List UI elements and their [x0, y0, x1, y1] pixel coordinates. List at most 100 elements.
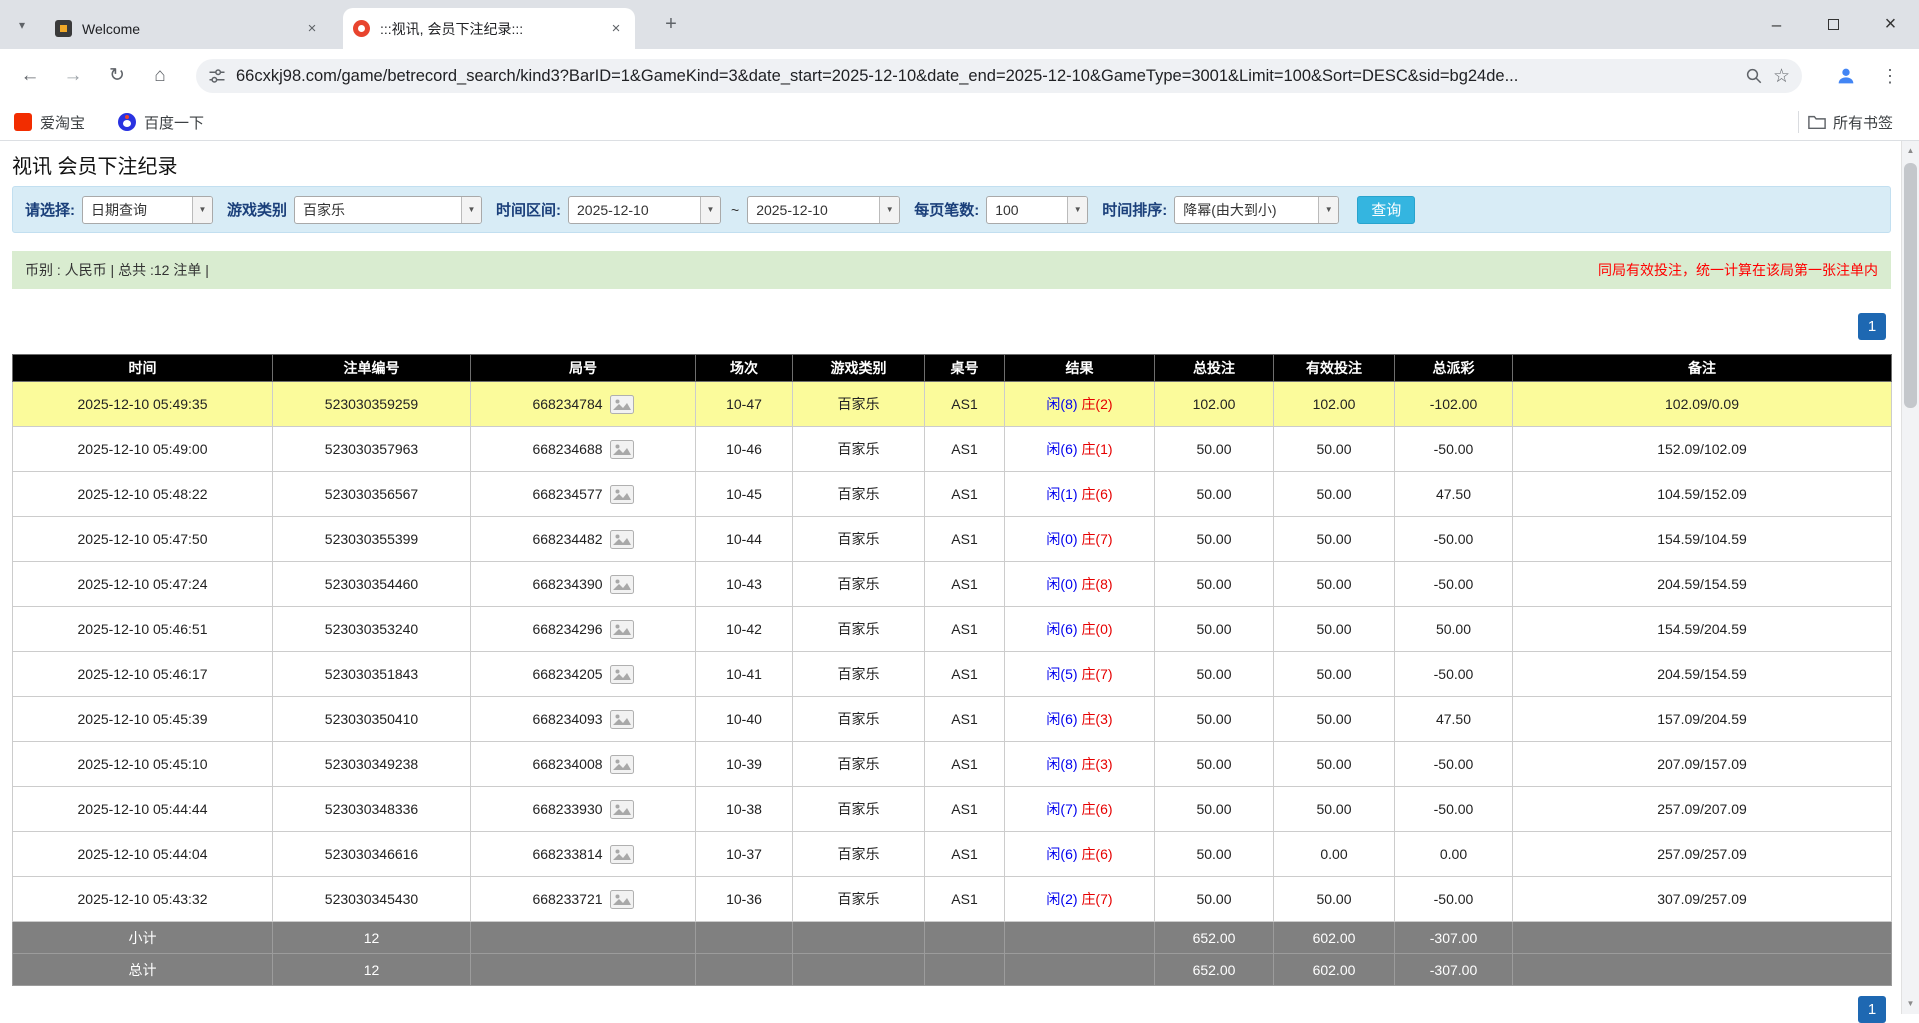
profile-avatar-icon[interactable]	[1828, 58, 1864, 94]
sort-order-select[interactable]: 降幂(由大到小) ▼	[1174, 196, 1339, 224]
chevron-down-icon[interactable]: ▼	[879, 197, 899, 223]
round-preview-icon[interactable]	[610, 485, 634, 504]
cell-result: 闲(5) 庄(7)	[1005, 652, 1155, 697]
chevron-down-icon[interactable]: ▼	[1318, 197, 1338, 223]
tab-close-icon[interactable]: ×	[607, 20, 625, 38]
round-number: 668234577	[532, 486, 602, 502]
cell-session: 10-36	[696, 877, 793, 922]
chevron-down-icon[interactable]: ▼	[192, 197, 212, 223]
bookmark-baidu[interactable]: 百度一下	[112, 109, 210, 135]
cell-session: 10-41	[696, 652, 793, 697]
cell-total-bet[interactable]: 50.00	[1155, 742, 1274, 787]
column-header: 桌号	[925, 355, 1005, 382]
table-row: 2025-12-10 05:46:51523030353240668234296…	[13, 607, 1892, 652]
cell-total-bet[interactable]: 50.00	[1155, 607, 1274, 652]
maximize-button[interactable]	[1805, 0, 1862, 49]
site-settings-icon[interactable]	[208, 67, 226, 85]
round-preview-icon[interactable]	[610, 845, 634, 864]
round-preview-icon[interactable]	[610, 395, 634, 414]
round-number: 668234688	[532, 441, 602, 457]
query-type-select[interactable]: 日期查询 ▼	[82, 196, 213, 224]
url-text[interactable]: 66cxkj98.com/game/betrecord_search/kind3…	[236, 67, 1737, 86]
cell-total-bet[interactable]: 50.00	[1155, 562, 1274, 607]
date-end-input[interactable]: 2025-12-10 ▼	[747, 196, 900, 224]
cell-total-bet[interactable]: 50.00	[1155, 832, 1274, 877]
cell-total-bet[interactable]: 50.00	[1155, 472, 1274, 517]
cell-session: 10-39	[696, 742, 793, 787]
round-preview-icon[interactable]	[610, 530, 634, 549]
cell-valid-bet: 50.00	[1274, 652, 1395, 697]
result-player: 闲(8)	[1046, 756, 1077, 772]
cell-bet-id: 523030348336	[273, 787, 471, 832]
date-start-input[interactable]: 2025-12-10 ▼	[568, 196, 721, 224]
cell-total-bet[interactable]: 50.00	[1155, 427, 1274, 472]
cell-total-bet[interactable]: 50.00	[1155, 517, 1274, 562]
url-bar[interactable]: 66cxkj98.com/game/betrecord_search/kind3…	[196, 59, 1802, 93]
all-bookmarks-button[interactable]: 所有书签	[1808, 109, 1893, 135]
table-row: 2025-12-10 05:46:17523030351843668234205…	[13, 652, 1892, 697]
round-preview-icon[interactable]	[610, 440, 634, 459]
round-preview-icon[interactable]	[610, 890, 634, 909]
bookmark-aitaobao[interactable]: 爱淘宝	[8, 109, 91, 135]
cell-time: 2025-12-10 05:49:00	[13, 427, 273, 472]
chevron-down-icon[interactable]: ▼	[1067, 197, 1087, 223]
cell-round: 668234296	[471, 607, 696, 652]
scrollbar-thumb[interactable]	[1904, 163, 1917, 408]
browser-menu-icon[interactable]: ⋮	[1874, 58, 1906, 94]
zoom-icon[interactable]	[1745, 67, 1763, 85]
table-row: 2025-12-10 05:44:04523030346616668233814…	[13, 832, 1892, 877]
cell-total-bet[interactable]: 50.00	[1155, 697, 1274, 742]
cell-result: 闲(8) 庄(2)	[1005, 382, 1155, 427]
round-preview-icon[interactable]	[610, 755, 634, 774]
date-end-value: 2025-12-10	[748, 202, 879, 218]
browser-tab-welcome[interactable]: Welcome ×	[45, 8, 331, 49]
minimize-button[interactable]: –	[1748, 0, 1805, 49]
date-range-label: 时间区间:	[496, 199, 561, 220]
maximize-icon	[1828, 19, 1839, 30]
refresh-button[interactable]: ↻	[99, 58, 135, 94]
chevron-down-icon[interactable]: ▼	[700, 197, 720, 223]
cell-result: 闲(2) 庄(7)	[1005, 877, 1155, 922]
cell-remark: 257.09/207.09	[1513, 787, 1892, 832]
bookmark-star-icon[interactable]: ☆	[1773, 65, 1790, 88]
cell-game-type: 百家乐	[793, 697, 925, 742]
cell-total-bet[interactable]: 50.00	[1155, 652, 1274, 697]
new-tab-button[interactable]: +	[658, 12, 684, 38]
cell-result: 闲(1) 庄(6)	[1005, 472, 1155, 517]
cell-round: 668233930	[471, 787, 696, 832]
tab-search-icon[interactable]: ▾	[10, 13, 34, 37]
close-button[interactable]: ×	[1862, 0, 1919, 49]
result-banker: 庄(6)	[1081, 801, 1112, 817]
round-preview-icon[interactable]	[610, 710, 634, 729]
back-button[interactable]: ←	[12, 58, 48, 94]
cell-payout: 47.50	[1395, 472, 1513, 517]
cell-bet-id: 523030357963	[273, 427, 471, 472]
result-player: 闲(0)	[1046, 576, 1077, 592]
forward-button[interactable]: →	[55, 58, 91, 94]
cell-total-bet[interactable]: 50.00	[1155, 877, 1274, 922]
vertical-scrollbar[interactable]: ▲ ▼	[1901, 141, 1919, 1014]
scroll-down-icon[interactable]: ▼	[1902, 996, 1919, 1012]
footer-total-bet: 652.00	[1155, 954, 1274, 986]
round-preview-icon[interactable]	[610, 620, 634, 639]
chevron-down-icon[interactable]: ▼	[461, 197, 481, 223]
round-preview-icon[interactable]	[610, 575, 634, 594]
scroll-up-icon[interactable]: ▲	[1902, 143, 1919, 159]
page-size-select[interactable]: 100 ▼	[986, 196, 1088, 224]
game-type-select[interactable]: 百家乐 ▼	[294, 196, 482, 224]
cell-total-bet[interactable]: 102.00	[1155, 382, 1274, 427]
cell-total-bet[interactable]: 50.00	[1155, 787, 1274, 832]
footer-empty-cell	[471, 954, 696, 986]
search-button[interactable]: 查询	[1357, 196, 1415, 224]
round-preview-icon[interactable]	[610, 800, 634, 819]
round-preview-icon[interactable]	[610, 665, 634, 684]
cell-time: 2025-12-10 05:47:50	[13, 517, 273, 562]
table-row: 2025-12-10 05:45:10523030349238668234008…	[13, 742, 1892, 787]
tab-close-icon[interactable]: ×	[303, 20, 321, 38]
cell-session: 10-37	[696, 832, 793, 877]
browser-tab-betrecord[interactable]: :::视讯, 会员下注纪录::: ×	[343, 8, 635, 49]
result-player: 闲(1)	[1046, 486, 1077, 502]
pagination-page-1[interactable]: 1	[1858, 313, 1886, 340]
home-button[interactable]: ⌂	[142, 58, 178, 94]
pagination-page-1-bottom[interactable]: 1	[1858, 996, 1886, 1023]
